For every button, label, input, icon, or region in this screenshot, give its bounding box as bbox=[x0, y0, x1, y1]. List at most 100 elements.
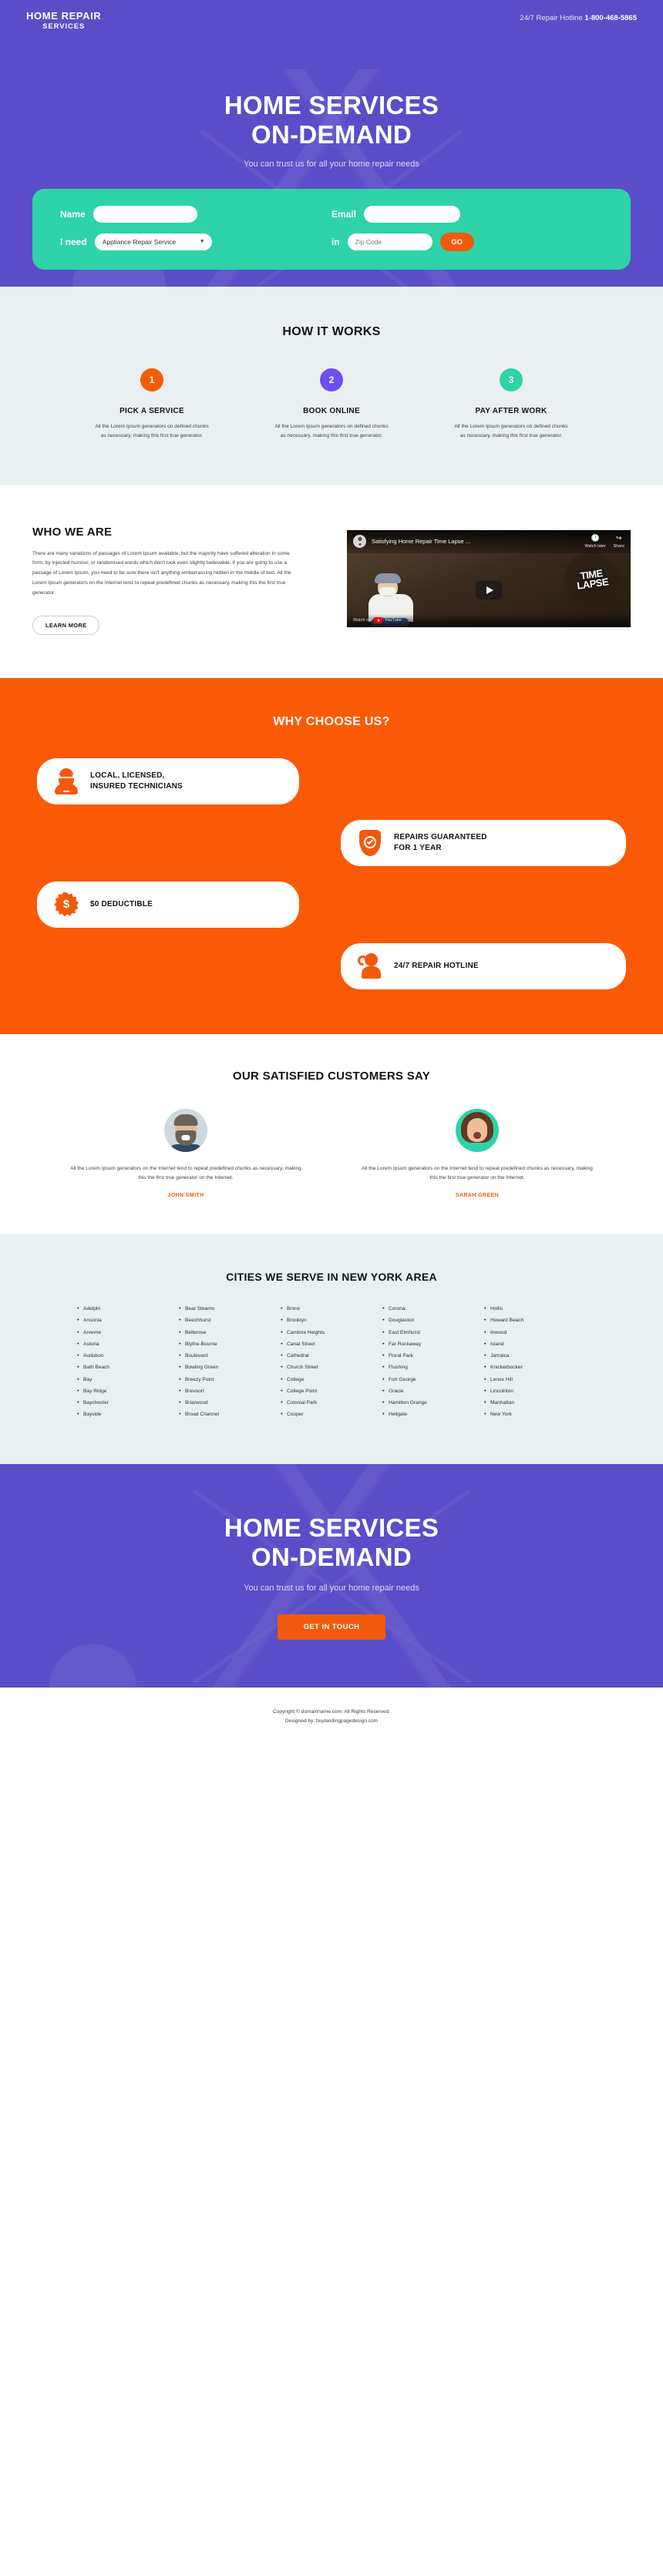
form-row-2: I need Appliance Repair Service ▼ in GO bbox=[60, 233, 603, 252]
feature-label: REPAIRS GUARANTEED FOR 1 YEAR bbox=[394, 832, 487, 853]
list-item[interactable]: Hellgate bbox=[382, 1411, 484, 1418]
designer-credit-line: Designed by: buylandingpagedesign.com bbox=[284, 1718, 379, 1724]
feature-card[interactable]: LOCAL, LICENSED, INSURED TECHNICIANS bbox=[37, 757, 299, 804]
share-label: Share bbox=[613, 543, 624, 549]
list-item[interactable]: Bayside bbox=[77, 1411, 179, 1418]
list-item[interactable]: Broad Channel bbox=[179, 1411, 281, 1418]
get-in-touch-button[interactable]: GET IN TOUCH bbox=[277, 1614, 386, 1640]
list-item[interactable]: Gracie bbox=[382, 1388, 484, 1395]
feature-line-2: FOR 1 YEAR bbox=[394, 843, 442, 852]
shield-check-icon bbox=[356, 829, 384, 857]
learn-more-button[interactable]: LEARN MORE bbox=[32, 615, 100, 635]
site-logo[interactable]: HOME REPAIR SERVICES bbox=[26, 11, 101, 31]
channel-avatar-icon[interactable] bbox=[353, 535, 366, 549]
list-item[interactable]: Astoria bbox=[77, 1341, 179, 1348]
feature-card[interactable]: REPAIRS GUARANTEED FOR 1 YEAR bbox=[341, 819, 626, 866]
feature-card[interactable]: 24/7 REPAIR HOTLINE bbox=[341, 942, 626, 989]
list-item[interactable]: Bellerose bbox=[179, 1329, 281, 1336]
feature-line-2: INSURED TECHNICIANS bbox=[90, 781, 183, 791]
list-item[interactable]: Fort George bbox=[382, 1376, 484, 1383]
list-item[interactable]: Baychester bbox=[77, 1399, 179, 1406]
list-item[interactable]: Jamaica bbox=[484, 1352, 586, 1359]
list-item[interactable]: Church Street bbox=[281, 1364, 382, 1371]
list-item[interactable]: East Elmhurst bbox=[382, 1329, 484, 1336]
list-item[interactable]: Bronx bbox=[281, 1305, 382, 1312]
youtube-logo-icon bbox=[374, 617, 383, 624]
list-item[interactable]: Bath Beach bbox=[77, 1364, 179, 1371]
list-item[interactable]: College bbox=[281, 1376, 382, 1383]
zip-field-group: in GO bbox=[332, 233, 603, 252]
list-item[interactable]: Manhattan bbox=[484, 1399, 586, 1406]
list-item[interactable]: Corona bbox=[382, 1305, 484, 1312]
list-item[interactable]: Bay bbox=[77, 1376, 179, 1383]
list-item[interactable]: Hollis bbox=[484, 1305, 586, 1312]
list-item[interactable]: Colonial Park bbox=[281, 1399, 382, 1406]
hotline-text[interactable]: 24/7 Repair Hotline 1-800-468-5865 bbox=[520, 11, 637, 22]
how-it-works-section: HOW IT WORKS 1 PICK A SERVICE All the Lo… bbox=[0, 287, 663, 485]
cta-title: HOME SERVICES ON-DEMAND bbox=[0, 1513, 663, 1572]
share-action[interactable]: ↪ Share bbox=[613, 533, 624, 549]
service-select[interactable]: Appliance Repair Service bbox=[94, 233, 212, 251]
list-item[interactable]: Island bbox=[484, 1341, 586, 1348]
who-we-are-paragraph: There are many variations of passages of… bbox=[32, 550, 291, 596]
how-it-works-title: HOW IT WORKS bbox=[282, 325, 381, 339]
play-button-icon[interactable] bbox=[476, 580, 502, 599]
testimonials-section: OUR SATISFIED CUSTOMERS SAY All the Lore… bbox=[0, 1033, 663, 1234]
list-item[interactable]: Hamilton Grange bbox=[382, 1399, 484, 1406]
platform-label: YouTube bbox=[384, 618, 402, 623]
list-item[interactable]: Cambria Heights bbox=[281, 1329, 382, 1336]
list-item[interactable]: Breezy Point bbox=[179, 1376, 281, 1383]
need-label: I need bbox=[60, 237, 87, 248]
step-number-badge: 1 bbox=[140, 368, 163, 392]
email-input[interactable] bbox=[364, 206, 461, 223]
step-number-badge: 2 bbox=[320, 368, 343, 392]
list-item[interactable]: Bear Stearns bbox=[179, 1305, 281, 1312]
hero-section: HOME REPAIR SERVICES 24/7 Repair Hotline… bbox=[0, 0, 663, 287]
list-item[interactable]: Beechhurst bbox=[179, 1317, 281, 1324]
list-item[interactable]: Brooklyn bbox=[281, 1317, 382, 1324]
share-arrow-icon: ↪ bbox=[616, 533, 622, 542]
avatar bbox=[456, 1108, 499, 1152]
list-item[interactable]: Inwood bbox=[484, 1329, 586, 1336]
list-item[interactable]: Flushing bbox=[382, 1364, 484, 1371]
list-item[interactable]: Floral Park bbox=[382, 1352, 484, 1359]
list-item[interactable]: Blythe-Bourne bbox=[179, 1341, 281, 1348]
list-item[interactable]: Audubon bbox=[77, 1352, 179, 1359]
list-item[interactable]: Briarwood bbox=[179, 1399, 281, 1406]
list-item[interactable]: Lincolnton bbox=[484, 1388, 586, 1395]
list-item[interactable]: Boulevard bbox=[179, 1352, 281, 1359]
name-input[interactable] bbox=[93, 206, 197, 223]
list-item[interactable]: Brevoort bbox=[179, 1388, 281, 1395]
youtube-video-embed[interactable]: TIME LAPSE Satisfying Home Repair Time L… bbox=[347, 529, 631, 627]
list-item[interactable]: Ansonia bbox=[77, 1317, 179, 1324]
watch-later-action[interactable]: 🕐 Watch later bbox=[585, 534, 606, 549]
list-item[interactable]: Douglaston bbox=[382, 1317, 484, 1324]
list-item[interactable]: Knickerbocker bbox=[484, 1364, 586, 1371]
list-item[interactable]: Bay Ridge bbox=[77, 1388, 179, 1395]
testimonials-list: All the Lorem Ipsum generators on the In… bbox=[0, 1108, 663, 1198]
list-item[interactable]: New York bbox=[484, 1411, 586, 1418]
list-item[interactable]: Bowling Green bbox=[179, 1364, 281, 1371]
list-item[interactable]: College Point bbox=[281, 1388, 382, 1395]
feature-label: 24/7 REPAIR HOTLINE bbox=[394, 962, 479, 971]
list-item[interactable]: Arverne bbox=[77, 1329, 179, 1336]
list-item[interactable]: Cathedral bbox=[281, 1352, 382, 1359]
who-we-are-title: WHO WE ARE bbox=[32, 525, 113, 539]
phone-support-icon bbox=[355, 952, 384, 980]
zip-input[interactable] bbox=[347, 233, 432, 251]
list-item[interactable]: Cooper bbox=[281, 1411, 382, 1418]
testimonial-quote: All the Lorem Ipsum generators on the In… bbox=[70, 1165, 301, 1181]
list-item[interactable]: Howard Beach bbox=[484, 1317, 586, 1324]
cities-column: Bear Stearns Beechhurst Bellerose Blythe… bbox=[179, 1305, 281, 1424]
logo-line-2: SERVICES bbox=[42, 22, 86, 31]
logo-line-1: HOME REPAIR bbox=[26, 10, 102, 22]
list-item[interactable]: Lenox Hill bbox=[484, 1376, 586, 1383]
step-number-badge: 3 bbox=[500, 368, 523, 392]
feature-card[interactable]: $ $0 DEDUCTIBLE bbox=[37, 881, 299, 928]
list-item[interactable]: Adelphi bbox=[77, 1305, 179, 1312]
video-bottom-bar: Watch on YouTube bbox=[347, 613, 631, 627]
go-submit-button[interactable]: GO bbox=[439, 233, 474, 252]
video-title[interactable]: Satisfying Home Repair Time Lapse ... bbox=[372, 538, 577, 545]
list-item[interactable]: Canal Street bbox=[281, 1341, 382, 1348]
list-item[interactable]: Far Rockaway bbox=[382, 1341, 484, 1348]
